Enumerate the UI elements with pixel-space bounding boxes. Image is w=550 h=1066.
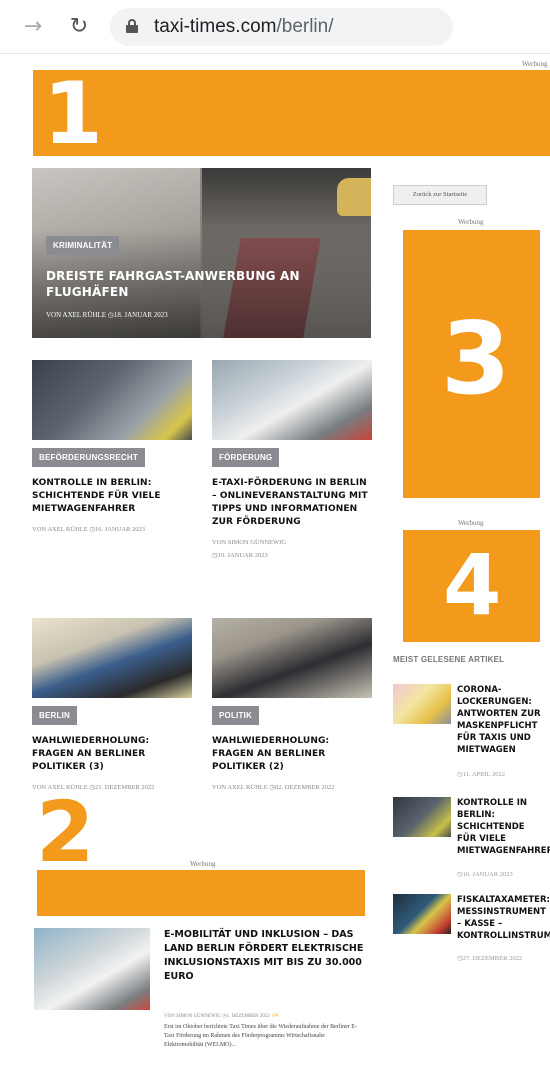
article-card[interactable]: FÖRDERUNG E-TAXI-FÖRDERUNG IN BERLIN – O… [212,360,372,561]
article-meta: VON AXEL RÜHLE ◷02. DEZEMBER 2022 [212,784,335,791]
article-image[interactable] [32,618,192,698]
hero-title[interactable]: DREISTE FAHRGAST-ANWERBUNG AN FLUGHÄFEN [46,268,336,300]
ad-label: Werbung [190,860,216,868]
article-card[interactable]: BEFÖRDERUNGSRECHT KONTROLLE IN BERLIN: S… [32,360,192,535]
ad-banner-inline[interactable] [37,870,365,916]
article-thumbnail[interactable] [393,684,451,724]
most-read-title[interactable]: FISKALTAXAMETER: MESSINSTRUMENT – KASSE … [457,894,550,942]
most-read-title[interactable]: KONTROLLE IN BERLIN: SCHICHTENDE FÜR VIE… [457,797,550,857]
article-meta: VON SIMON GÜNNEWIG ◷1. DEZEMBER 2022 0✎ [164,1013,279,1019]
article-title[interactable]: E-MOBILITÄT UND INKLUSION – DAS LAND BER… [164,928,364,984]
category-tag[interactable]: BEFÖRDERUNGSRECHT [32,448,145,467]
category-tag[interactable]: POLITIK [212,706,259,725]
comment-count[interactable]: 0✎ [271,1014,279,1019]
ad-banner-sidebar-large[interactable]: 3 [403,230,540,498]
article-thumbnail[interactable] [393,797,451,837]
ad-number: 2 [36,783,95,881]
ad-banner-sidebar-small[interactable]: 4 [403,530,540,642]
article-meta: VON AXEL RÜHLE ◷16. JANUAR 2023 [32,526,146,533]
article-image[interactable] [212,360,372,440]
article-thumbnail[interactable] [393,894,451,934]
ad-number: 4 [443,536,502,634]
article-card[interactable]: POLITIK WAHLWIEDERHOLUNG: FRAGEN AN BERL… [212,618,372,793]
ad-label: Werbung [458,218,484,226]
category-tag[interactable]: KRIMINALITÄT [46,236,120,255]
article-title[interactable]: WAHLWIEDERHOLUNG: FRAGEN AN BERLINER POL… [32,735,192,774]
article-image[interactable] [32,360,192,440]
url-domain: taxi-times.com [154,16,277,37]
url-text[interactable]: taxi-times.com/berlin/ [154,16,334,38]
hero-taxi-shape [337,178,371,216]
most-read-date: ◷27. DEZEMBER 2022 [457,955,523,962]
most-read-title[interactable]: CORONA- LOCKERUNGEN: ANTWORTEN ZUR MASKE… [457,684,550,756]
forward-arrow-icon[interactable]: → [20,14,46,40]
lock-icon[interactable] [126,19,138,33]
category-tag[interactable]: FÖRDERUNG [212,448,280,467]
reload-icon[interactable]: ↻ [66,14,92,40]
article-title[interactable]: E-TAXI-FÖRDERUNG IN BERLIN – ONLINEVERAN… [212,477,372,529]
url-path: /berlin/ [276,16,334,37]
most-read-date: ◷11. APRIL 2022 [457,771,505,778]
article-title[interactable]: KONTROLLE IN BERLIN: SCHICHTENDE FÜR VIE… [32,477,192,516]
hero-article[interactable]: KRIMINALITÄT DREISTE FAHRGAST-ANWERBUNG … [32,168,371,338]
article-meta-text: VON SIMON GÜNNEWIG ◷1. DEZEMBER 2022 [164,1014,270,1019]
article-card[interactable]: BERLIN WAHLWIEDERHOLUNG: FRAGEN AN BERLI… [32,618,192,793]
ad-label: Werbung [522,60,548,68]
article-title[interactable]: WAHLWIEDERHOLUNG: FRAGEN AN BERLINER POL… [212,735,372,774]
ad-label: Werbung [458,519,484,527]
ad-number: 3 [441,300,511,417]
category-tag[interactable]: BERLIN [32,706,77,725]
article-excerpt: Erst im Oktober berichtete Taxi Times üb… [164,1024,357,1048]
ad-number: 1 [43,64,103,164]
hero-meta: VON AXEL RÜHLE ◷18. JANUAR 2023 [46,311,168,319]
ad-banner-top[interactable]: 1 [33,64,550,164]
back-to-home-button[interactable]: Zurück zur Startseite [393,185,487,205]
article-meta: VON SIMON GÜNNEWIG [212,539,287,546]
article-image[interactable] [212,618,372,698]
most-read-date: ◷16. JANUAR 2023 [457,871,513,878]
article-image[interactable] [34,928,150,1010]
address-bar[interactable]: taxi-times.com/berlin/ [110,8,453,46]
most-read-heading: MEIST GELESENE ARTIKEL [393,655,505,664]
article-date: ◷10. JANUAR 2023 [212,552,268,559]
browser-toolbar: → ↻ taxi-times.com/berlin/ [0,0,550,54]
